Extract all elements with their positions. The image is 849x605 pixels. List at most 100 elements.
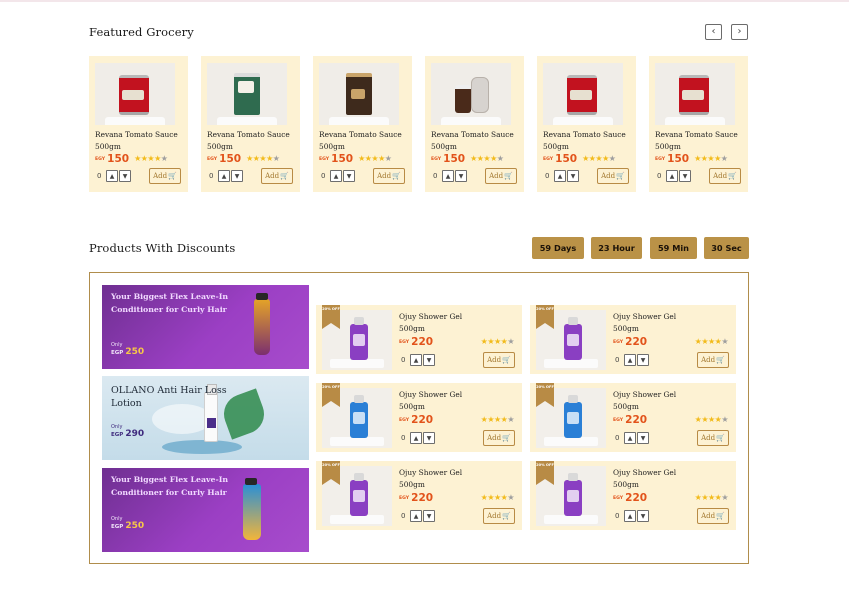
featured-product-card[interactable]: Revana Tomato Sauce 500gm EGY 150 ★★★★★ 0 ▲ ▼ A… [425,56,524,192]
quantity-increase-button[interactable]: ▲ [624,510,636,522]
cart-icon: 🛒 [716,356,725,364]
quantity-increase-button[interactable]: ▲ [330,170,342,182]
product-name[interactable]: Revana Tomato Sauce 500gm [207,129,297,152]
add-to-cart-button[interactable]: Add 🛒 [697,352,729,368]
cart-icon: 🛒 [504,172,513,180]
quantity-value[interactable]: 0 [401,512,410,520]
discount-product-card[interactable]: 20% OFF Ojuy Shower Gel 500gm EGY 220 ★★★★★ 0… [530,383,736,452]
add-to-cart-button[interactable]: Add 🛒 [483,352,515,368]
discount-product-card[interactable]: 20% OFF Ojuy Shower Gel 500gm EGY 220 ★★★★★ 0… [316,305,522,374]
product-price: 220 [625,336,648,348]
product-image[interactable] [655,63,735,125]
quantity-increase-button[interactable]: ▲ [106,170,118,182]
quantity-value[interactable]: 0 [545,172,554,180]
featured-product-card[interactable]: Revana Tomato Sauce 500gm EGY 150 ★★★★★ 0 ▲ ▼ A… [201,56,300,192]
promo-banner-conditioner[interactable]: Your Biggest Flex Leave-In Conditioner f… [102,285,309,369]
product-image[interactable] [543,63,623,125]
quantity-increase-button[interactable]: ▲ [624,432,636,444]
quantity-value[interactable]: 0 [615,512,624,520]
quantity-increase-button[interactable]: ▲ [410,354,422,366]
product-name[interactable]: Revana Tomato Sauce 500gm [543,129,633,152]
product-name[interactable]: Revana Tomato Sauce 500gm [95,129,185,152]
quantity-decrease-button[interactable]: ▼ [637,354,649,366]
product-image[interactable] [431,63,511,125]
quantity-value[interactable]: 0 [401,434,410,442]
quantity-decrease-button[interactable]: ▼ [423,432,435,444]
product-name[interactable]: Ojuy Shower Gel 500gm [399,389,479,413]
add-to-cart-button[interactable]: Add 🛒 [709,168,741,184]
quantity-decrease-button[interactable]: ▼ [637,432,649,444]
product-name[interactable]: Ojuy Shower Gel 500gm [613,389,693,413]
add-to-cart-button[interactable]: Add 🛒 [483,508,515,524]
add-to-cart-button[interactable]: Add 🛒 [597,168,629,184]
quantity-increase-button[interactable]: ▲ [442,170,454,182]
quantity-stepper: 0 ▲ ▼ [657,169,692,183]
product-name[interactable]: Ojuy Shower Gel 500gm [613,311,693,335]
price-row: EGY 150 ★★★★★ [207,153,280,165]
quantity-stepper: 0 ▲ ▼ [401,509,436,523]
promo-banner-lotion[interactable]: OLLANO Anti Hair Loss Lotion Only EGP 290 [102,376,309,460]
pedestal-image [441,117,501,125]
featured-product-card[interactable]: Revana Tomato Sauce 500gm EGY 150 ★★★★★ 0 ▲ ▼ A… [537,56,636,192]
product-name[interactable]: Revana Tomato Sauce 500gm [319,129,409,152]
star-rating: ★★★★★ [470,154,504,163]
carousel-next-button[interactable]: › [731,24,748,40]
product-name[interactable]: Ojuy Shower Gel 500gm [399,467,479,491]
product-image[interactable] [319,63,399,125]
quantity-value[interactable]: 0 [97,172,106,180]
quantity-increase-button[interactable]: ▲ [624,354,636,366]
currency-label: EGY [399,495,410,501]
featured-product-card[interactable]: Revana Tomato Sauce 500gm EGY 150 ★★★★★ 0 ▲ ▼ A… [313,56,412,192]
carousel-prev-button[interactable]: ‹ [705,24,722,40]
product-image[interactable] [95,63,175,125]
quantity-decrease-button[interactable]: ▼ [423,510,435,522]
quantity-value[interactable]: 0 [433,172,442,180]
quantity-value[interactable]: 0 [615,356,624,364]
quantity-increase-button[interactable]: ▲ [410,432,422,444]
quantity-decrease-button[interactable]: ▼ [455,170,467,182]
discount-product-card[interactable]: 20% OFF Ojuy Shower Gel 500gm EGY 220 ★★★★★ 0… [530,461,736,530]
quantity-decrease-button[interactable]: ▼ [343,170,355,182]
discount-product-card[interactable]: 20% OFF Ojuy Shower Gel 500gm EGY 220 ★★★★★ 0… [316,461,522,530]
product-name[interactable]: Ojuy Shower Gel 500gm [399,311,479,335]
quantity-decrease-button[interactable]: ▼ [423,354,435,366]
quantity-decrease-button[interactable]: ▼ [679,170,691,182]
quantity-increase-button[interactable]: ▲ [410,510,422,522]
quantity-increase-button[interactable]: ▲ [218,170,230,182]
promo-banner-conditioner-2[interactable]: Your Biggest Flex Leave-In Conditioner f… [102,468,309,552]
product-name[interactable]: Ojuy Shower Gel 500gm [613,467,693,491]
discount-product-card[interactable]: 20% OFF Ojuy Shower Gel 500gm EGY 220 ★★★★★ 0… [530,305,736,374]
quantity-value[interactable]: 0 [321,172,330,180]
cart-icon: 🛒 [728,172,737,180]
star-rating: ★★★★★ [694,154,728,163]
add-to-cart-button[interactable]: Add 🛒 [697,430,729,446]
product-name[interactable]: Revana Tomato Sauce 500gm [431,129,521,152]
tomato-can-image [567,75,597,115]
product-image[interactable] [207,63,287,125]
product-price: 150 [107,153,130,165]
add-to-cart-button[interactable]: Add 🛒 [149,168,181,184]
quantity-decrease-button[interactable]: ▼ [637,510,649,522]
quantity-decrease-button[interactable]: ▼ [119,170,131,182]
quantity-decrease-button[interactable]: ▼ [567,170,579,182]
top-divider [0,0,849,2]
add-button-label: Add [601,172,616,180]
quantity-value[interactable]: 0 [657,172,666,180]
quantity-increase-button[interactable]: ▲ [666,170,678,182]
add-to-cart-button[interactable]: Add 🛒 [485,168,517,184]
price-row: EGY 220 [399,492,436,504]
product-name[interactable]: Revana Tomato Sauce 500gm [655,129,745,152]
quantity-value[interactable]: 0 [401,356,410,364]
add-to-cart-button[interactable]: Add 🛒 [697,508,729,524]
featured-product-card[interactable]: Revana Tomato Sauce 500gm EGY 150 ★★★★★ 0 ▲ ▼ A… [89,56,188,192]
featured-product-card[interactable]: Revana Tomato Sauce 500gm EGY 150 ★★★★★ 0 ▲ ▼ A… [649,56,748,192]
quantity-value[interactable]: 0 [209,172,218,180]
quantity-value[interactable]: 0 [615,434,624,442]
conditioner-tube-image [243,478,261,540]
quantity-decrease-button[interactable]: ▼ [231,170,243,182]
quantity-increase-button[interactable]: ▲ [554,170,566,182]
add-to-cart-button[interactable]: Add 🛒 [483,430,515,446]
discount-product-card[interactable]: 20% OFF Ojuy Shower Gel 500gm EGY 220 ★★★★★ 0… [316,383,522,452]
add-to-cart-button[interactable]: Add 🛒 [261,168,293,184]
add-to-cart-button[interactable]: Add 🛒 [373,168,405,184]
